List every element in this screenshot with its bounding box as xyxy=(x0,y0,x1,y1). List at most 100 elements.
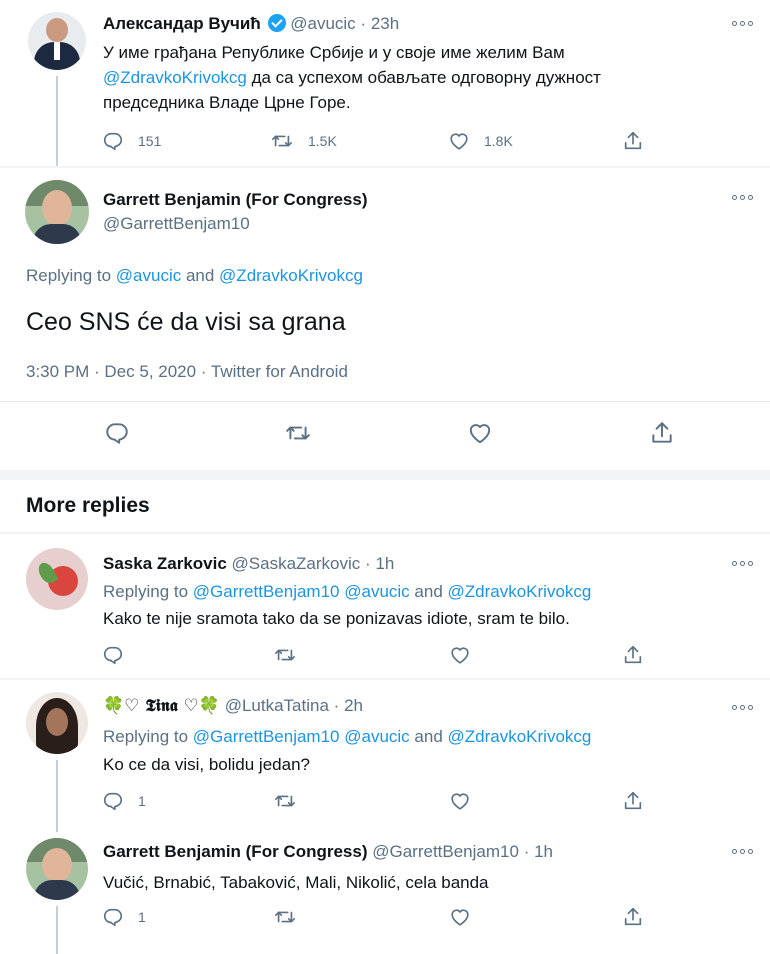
separator-dot: · xyxy=(360,14,367,33)
retweet-icon xyxy=(270,130,294,152)
mention-link[interactable]: @ZdravkoKrivokcg xyxy=(448,727,592,746)
timestamp[interactable]: 2h xyxy=(344,696,363,715)
like-icon xyxy=(467,420,493,446)
tweet-text-line: да са успехом обављате одговорну дужност xyxy=(246,68,601,87)
reply-icon xyxy=(102,906,124,928)
replying-to: Replying to @GarrettBenjam10 @avucic and… xyxy=(103,724,591,749)
mention-link[interactable]: @ZdravkoKrivokcg xyxy=(448,582,592,601)
tweet-vucic[interactable]: Александар Вучић @avucic · 23h У име гра… xyxy=(0,0,770,166)
replying-to-label: Replying to xyxy=(103,582,193,601)
more-replies-header: More replies xyxy=(0,480,770,532)
tweet-text: У име грађана Републике Србије и у своје… xyxy=(103,40,601,115)
more-icon[interactable] xyxy=(732,18,756,28)
reply-icon xyxy=(102,130,124,152)
replying-to-label: Replying to xyxy=(26,266,116,285)
reply-icon xyxy=(104,420,130,446)
mention-link[interactable]: @avucic xyxy=(344,727,409,746)
like-icon xyxy=(449,644,471,666)
tweet-text: Ko ce da visi, bolidu jedan? xyxy=(103,755,310,774)
avatar[interactable] xyxy=(26,548,88,610)
share-button[interactable] xyxy=(622,130,644,152)
share-button[interactable] xyxy=(622,790,644,812)
reply-count: 1 xyxy=(138,793,146,809)
avatar[interactable] xyxy=(28,12,86,70)
thread-line xyxy=(56,820,58,832)
reply-button[interactable] xyxy=(104,420,130,446)
reply-tweet[interactable]: 🍀♡ 𝕿𝖎𝖓𝖆 ♡🍀 @LutkaTatina · 2h Replying to… xyxy=(0,680,770,820)
like-button[interactable] xyxy=(449,906,471,928)
and-label: and xyxy=(409,582,448,601)
mention-link[interactable]: @GarrettBenjam10 xyxy=(193,727,340,746)
retweet-button[interactable] xyxy=(273,790,297,812)
more-icon[interactable] xyxy=(732,558,756,568)
mention-link[interactable]: @GarrettBenjam10 xyxy=(193,582,340,601)
author-handle[interactable]: @LutkaTatina xyxy=(225,696,329,715)
replying-to-label: Replying to xyxy=(103,727,193,746)
retweet-button[interactable] xyxy=(284,420,312,446)
retweet-button[interactable]: 1.5K xyxy=(270,130,337,152)
share-button[interactable] xyxy=(622,906,644,928)
thread-line xyxy=(56,760,58,820)
like-count: 1.8K xyxy=(484,133,513,149)
divider xyxy=(0,401,770,402)
reply-button[interactable]: 1 xyxy=(102,906,146,928)
retweet-button[interactable] xyxy=(273,644,297,666)
main-tweet[interactable]: Garrett Benjamin (For Congress) @Garrett… xyxy=(0,168,770,470)
share-icon xyxy=(622,906,644,928)
share-button[interactable] xyxy=(649,420,675,446)
more-icon[interactable] xyxy=(732,846,756,856)
more-icon[interactable] xyxy=(732,702,756,712)
reply-icon xyxy=(102,790,124,812)
share-icon xyxy=(622,644,644,666)
author-handle[interactable]: @SaskaZarkovic xyxy=(232,554,361,573)
retweet-icon xyxy=(273,906,297,928)
avatar[interactable] xyxy=(25,180,89,244)
reply-button[interactable]: 1 xyxy=(102,790,146,812)
author-name[interactable]: Garrett Benjamin (For Congress) xyxy=(103,190,368,209)
tweet-text-line: У име грађана Републике Србије и у своје… xyxy=(103,43,565,62)
mention-link[interactable]: @avucic xyxy=(116,266,181,285)
reply-count: 151 xyxy=(138,133,162,149)
timestamp[interactable]: 23h xyxy=(371,14,399,33)
author-name[interactable]: Александар Вучић xyxy=(103,14,261,33)
mention-link[interactable]: @ZdravkoKrivokcg xyxy=(219,266,363,285)
separator-dot: · xyxy=(365,554,371,573)
reply-button[interactable]: 151 xyxy=(102,130,161,152)
like-button[interactable]: 1.8K xyxy=(448,130,513,152)
reply-tweet[interactable]: Saska Zarkovic @SaskaZarkovic · 1h Reply… xyxy=(0,534,770,678)
share-icon xyxy=(649,420,675,446)
like-icon xyxy=(449,906,471,928)
tweet-text: Kako te nije sramota tako da se ponizava… xyxy=(103,609,570,628)
author-handle[interactable]: @avucic xyxy=(290,14,355,33)
retweet-count: 1.5K xyxy=(308,133,337,149)
avatar[interactable] xyxy=(26,692,88,754)
author-name[interactable]: 🍀♡ 𝕿𝖎𝖓𝖆 ♡🍀 xyxy=(103,696,220,716)
and-label: and xyxy=(181,266,220,285)
retweet-button[interactable] xyxy=(273,906,297,928)
and-label: and xyxy=(409,727,448,746)
tweet-text-line: председника Владе Црне Горе. xyxy=(103,93,351,112)
more-icon[interactable] xyxy=(732,192,756,202)
thread-line xyxy=(56,76,58,166)
timestamp[interactable]: 1h xyxy=(375,554,394,573)
author-handle[interactable]: @GarrettBenjam10 xyxy=(372,842,519,861)
share-icon xyxy=(622,130,644,152)
avatar[interactable] xyxy=(26,838,88,900)
author-name[interactable]: Saska Zarkovic xyxy=(103,554,227,573)
timestamp[interactable]: 1h xyxy=(534,842,553,861)
tweet-text: Ceo SNS će da visi sa grana xyxy=(26,308,346,336)
author-handle[interactable]: @GarrettBenjam10 xyxy=(103,214,250,234)
reply-button[interactable] xyxy=(102,644,124,666)
like-icon xyxy=(449,790,471,812)
share-button[interactable] xyxy=(622,644,644,666)
like-button[interactable] xyxy=(449,790,471,812)
mention-link[interactable]: @ZdravkoKrivokcg xyxy=(103,68,247,87)
separator-dot: · xyxy=(523,842,530,861)
reply-tweet[interactable]: Garrett Benjamin (For Congress) @Garrett… xyxy=(0,820,770,954)
tweet-meta[interactable]: 3:30 PM · Dec 5, 2020 · Twitter for Andr… xyxy=(26,359,348,384)
mention-link[interactable]: @avucic xyxy=(344,582,409,601)
section-title: More replies xyxy=(26,494,150,517)
like-button[interactable] xyxy=(467,420,493,446)
like-button[interactable] xyxy=(449,644,471,666)
author-name[interactable]: Garrett Benjamin (For Congress) xyxy=(103,842,368,861)
